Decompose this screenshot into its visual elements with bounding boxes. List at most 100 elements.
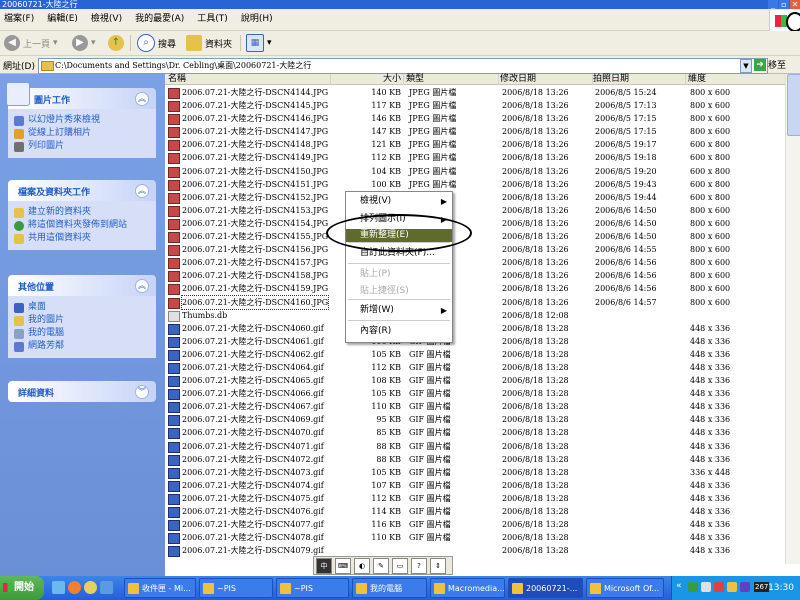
file-row[interactable]: 2006.07.21-大陸之行-DSCN4156.JPG 2006/8/18 13… (165, 243, 785, 257)
print-pictures-link[interactable]: 列印圖片 (14, 141, 150, 152)
context-menu-item[interactable]: 貼上(P) (346, 268, 452, 281)
menu-favorites[interactable]: 我的最愛(A) (135, 13, 184, 26)
file-row[interactable]: 2006.07.21-大陸之行-DSCN4066.gif 105 KB GIF 圖片… (165, 387, 785, 401)
file-row[interactable]: 2006.07.21-大陸之行-DSCN4157.JPG 2006/8/18 13… (165, 256, 785, 270)
context-menu-item[interactable]: 檢視(V) ▶ (346, 195, 452, 208)
file-row[interactable]: 2006.07.21-大陸之行-DSCN4151.JPG 100 KB JPEG 圖… (165, 178, 785, 191)
back-button[interactable]: ◀ 上一頁 ▾ (4, 34, 58, 52)
file-row[interactable]: 2006.07.21-大陸之行-DSCN4154.JPG 2006/8/18 13… (165, 217, 785, 230)
ime-toggle-icon[interactable]: ◐ (354, 557, 370, 574)
address-input[interactable]: C:\Documents and Settings\Dr. Cebling\桌面… (38, 58, 768, 74)
context-menu-item[interactable]: 新增(W) ▶ (346, 304, 452, 317)
file-row[interactable]: 2006.07.21-大陸之行-DSCN4148.JPG 121 KB JPEG 圖… (165, 138, 785, 152)
taskbar-button[interactable]: 我的電腦 (352, 578, 427, 598)
tray-app-icon[interactable] (688, 582, 698, 592)
tray-badge[interactable]: 267 (754, 582, 770, 592)
file-row[interactable]: 2006.07.21-大陸之行-DSCN4145.JPG 117 KB JPEG 圖… (165, 99, 785, 113)
collapse-chevron-icon[interactable]: ︽ (135, 279, 149, 293)
search-button[interactable]: ⌕ 搜尋 (137, 34, 176, 52)
file-row[interactable]: 2006.07.21-大陸之行-DSCN4153.JPG 2006/8/18 13… (165, 204, 785, 217)
menu-file[interactable]: 檔案(F) (4, 13, 34, 26)
picture-tasks-header[interactable]: 圖片工作 ︽ (6, 82, 156, 109)
clock[interactable]: 13:30 (768, 576, 794, 600)
address-dropdown-icon[interactable]: ▼ (740, 59, 752, 73)
tray-app-icon[interactable] (727, 582, 737, 592)
show-desktop-icon[interactable] (52, 581, 65, 594)
tray-app-icon[interactable] (740, 582, 750, 592)
up-button[interactable]: ↑ (108, 34, 124, 52)
file-row[interactable]: 2006.07.21-大陸之行-DSCN4060.gif 2006/8/18 13… (165, 322, 785, 335)
column-type[interactable]: 類型 (406, 74, 499, 85)
file-row[interactable]: 2006.07.21-大陸之行-DSCN4150.JPG 104 KB JPEG 圖… (165, 165, 785, 178)
taskbar-button[interactable]: Microsoft Of... (586, 578, 664, 598)
file-row[interactable]: 2006.07.21-大陸之行-DSCN4077.gif 116 KB GIF 圖片… (165, 518, 785, 532)
window-title-bar[interactable]: 20060721-大陸之行 _ ▫ ✕ (0, 0, 800, 9)
network-places-link[interactable]: 網路芳鄰 (14, 341, 150, 352)
taskbar-button[interactable]: ~PIS (276, 578, 349, 598)
my-computer-link[interactable]: 我的電腦 (14, 328, 150, 339)
views-dropdown-icon[interactable]: ▾ (267, 38, 272, 48)
taskbar-button[interactable]: 收件匣 - Mi... (124, 578, 196, 598)
file-row[interactable]: 2006.07.21-大陸之行-DSCN4155.JPG 2006/8/18 13… (165, 230, 785, 244)
column-size[interactable]: 大小 (330, 74, 404, 85)
taskbar-button[interactable]: ~PIS (199, 578, 273, 598)
file-row[interactable]: 2006.07.21-大陸之行-DSCN4159.JPG 2006/8/18 13… (165, 282, 785, 296)
softkeyboard-icon[interactable]: ▭ (392, 557, 408, 574)
taskbar-button[interactable]: 20060721-... (508, 578, 583, 598)
order-prints-link[interactable]: 從線上訂購相片 (14, 128, 150, 139)
file-row[interactable]: 2006.07.21-大陸之行-DSCN4074.gif 107 KB GIF 圖片… (165, 479, 785, 492)
file-row[interactable]: 2006.07.21-大陸之行-DSCN4072.gif 88 KB GIF 圖片檔… (165, 453, 785, 466)
file-row[interactable]: 2006.07.21-大陸之行-DSCN4160.JPG 2006/8/18 13… (165, 294, 785, 310)
slideshow-link[interactable]: 以幻燈片秀來檢視 (14, 115, 150, 126)
my-pictures-link[interactable]: 我的圖片 (14, 315, 150, 326)
column-modified[interactable]: 修改日期 (500, 74, 593, 85)
column-taken[interactable]: 拍照日期 (593, 74, 686, 85)
browser-icon[interactable] (84, 581, 97, 594)
taskbar-button[interactable]: Macromedia... (430, 578, 505, 598)
menu-help[interactable]: 說明(H) (241, 13, 273, 26)
forward-dropdown-icon[interactable]: ▾ (91, 38, 96, 48)
file-row[interactable]: 2006.07.21-大陸之行-DSCN4079.gif 2006/8/18 13… (165, 544, 785, 558)
ime-menu-icon[interactable]: ⇕ (430, 557, 446, 574)
file-row[interactable]: 2006.07.21-大陸之行-DSCN4073.gif 105 KB GIF 圖片… (165, 466, 785, 479)
file-row[interactable]: 2006.07.21-大陸之行-DSCN4061.gif110 KBGIF 圖片… (165, 335, 785, 348)
file-row[interactable]: 2006.07.21-大陸之行-DSCN4069.gif 95 KB GIF 圖片檔… (165, 413, 785, 427)
tray-app-icon[interactable] (701, 582, 711, 592)
publish-folder-link[interactable]: 將這個資料夾發佈到網站 (14, 220, 150, 231)
file-row[interactable]: 2006.07.21-大陸之行-DSCN4076.gif 114 KB GIF 圖片… (165, 505, 785, 518)
file-row[interactable]: 2006.07.21-大陸之行-DSCN4070.gif 85 KB GIF 圖片檔… (165, 426, 785, 440)
menu-edit[interactable]: 編輯(E) (47, 13, 78, 26)
help-icon[interactable]: ? (411, 557, 427, 574)
new-folder-link[interactable]: 建立新的資料夾 (14, 207, 150, 218)
collapse-chevron-icon[interactable]: ︽ (135, 184, 149, 198)
start-button[interactable]: 開始 (0, 576, 44, 600)
file-list[interactable]: 2006.07.21-大陸之行-DSCN4144.JPG 140 KB JPEG 圖… (165, 86, 785, 564)
file-row[interactable]: 2006.07.21-大陸之行-DSCN4075.gif 112 KB GIF 圖片… (165, 492, 785, 505)
expand-chevron-icon[interactable]: ︾ (135, 385, 149, 399)
context-menu-item[interactable]: 貼上捷徑(S) (346, 285, 452, 298)
file-tasks-header[interactable]: 檔案及資料夾工作 ︽ (8, 180, 156, 201)
forward-button[interactable]: ▶ ▾ (72, 34, 96, 52)
collapse-chevron-icon[interactable]: ︽ (135, 92, 149, 106)
file-row[interactable]: 2006.07.21-大陸之行-DSCN4062.gif 105 KB GIF 圖片… (165, 348, 785, 361)
file-row[interactable]: 2006.07.21-大陸之行-DSCN4064.gif 112 KB GIF 圖片… (165, 361, 785, 374)
pen-icon[interactable]: ✎ (373, 557, 389, 574)
details-header[interactable]: 詳細資料 ︾ (8, 381, 156, 402)
context-menu-item[interactable]: 內容(R) (346, 325, 452, 338)
minimize-button[interactable]: _ (768, 0, 778, 9)
share-folder-link[interactable]: 共用這個資料夾 (14, 233, 150, 244)
folders-button[interactable]: 資料夾 (186, 34, 232, 52)
close-button[interactable]: ✕ (790, 0, 800, 9)
file-row[interactable]: 2006.07.21-大陸之行-DSCN4078.gif 110 KB GIF 圖片… (165, 531, 785, 545)
go-button[interactable]: ➜ 移至 (754, 58, 786, 71)
views-button[interactable]: ▦ ▾ (246, 34, 272, 52)
back-dropdown-icon[interactable]: ▾ (53, 38, 58, 48)
file-row[interactable]: 2006.07.21-大陸之行-DSCN4067.gif 110 KB GIF 圖片… (165, 400, 785, 414)
scrollbar-thumb[interactable] (787, 74, 800, 136)
other-places-header[interactable]: 其他位置 ︽ (8, 275, 156, 296)
file-row[interactable]: 2006.07.21-大陸之行-DSCN4149.JPG 112 KB JPEG 圖… (165, 151, 785, 165)
file-row[interactable]: 2006.07.21-大陸之行-DSCN4065.gif 108 KB GIF 圖片… (165, 374, 785, 388)
tray-expand-icon[interactable]: « (676, 581, 682, 591)
menu-tools[interactable]: 工具(T) (197, 13, 228, 26)
ime-mode-button[interactable]: 中 (316, 557, 332, 574)
